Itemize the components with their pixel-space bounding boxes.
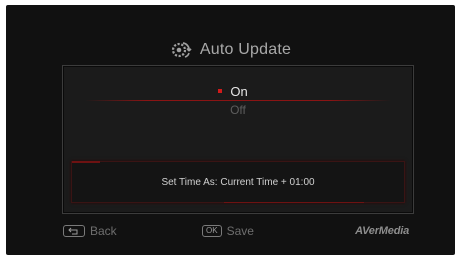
back-key-icon [63,225,85,237]
brand-logo: AVerMedia [355,225,409,237]
selection-underline [85,100,391,101]
gear-sync-icon [170,39,192,61]
options-panel: On Off Set Time As: Current Time + 01:00 [62,65,414,214]
selected-indicator [218,89,223,93]
save-button[interactable]: OK Save [202,224,254,238]
save-label: Save [226,224,254,238]
ok-key-icon: OK [202,225,222,237]
back-label: Back [90,224,117,238]
option-off[interactable]: Off [63,103,413,117]
set-time-text: Set Time As: Current Time + 01:00 [161,176,315,188]
option-on-label: On [230,83,248,99]
footer-bar: Back OK Save AVerMedia [6,224,455,242]
header: Auto Update [6,39,455,61]
field-accent-top [72,161,100,163]
back-button[interactable]: Back [63,224,117,238]
tv-screen: Auto Update On Off Set Time As: Current … [6,5,455,255]
page-title: Auto Update [199,41,292,58]
set-time-field[interactable]: Set Time As: Current Time + 01:00 [71,161,405,203]
field-accent-bottom [224,202,364,203]
option-on[interactable]: On [63,82,413,100]
